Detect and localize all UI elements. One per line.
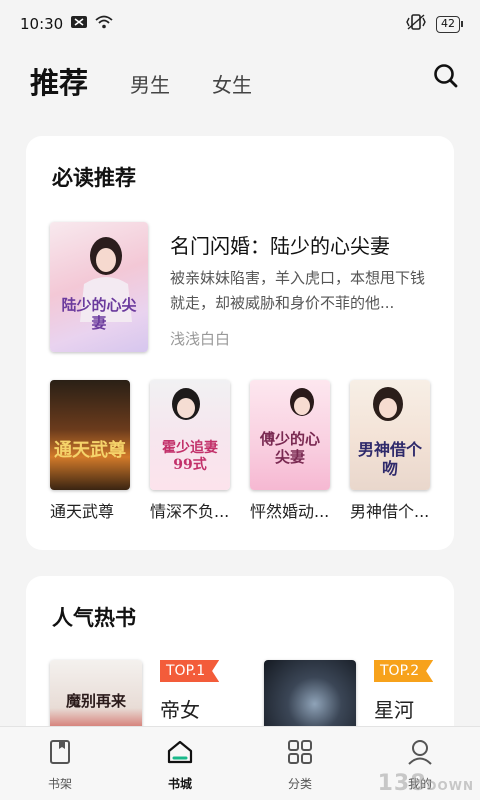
book-item[interactable]: 傅少的心尖妻 怦然婚动... — [250, 380, 332, 522]
profile-icon — [405, 737, 435, 771]
book-title: 通天武尊 — [50, 502, 115, 521]
tab-female[interactable]: 女生 — [212, 69, 252, 106]
hot-book-title: 帝女 — [160, 698, 200, 722]
book-cover: 傅少的心尖妻 — [250, 380, 330, 490]
bookstore-icon — [165, 737, 195, 771]
vibrate-icon — [406, 14, 426, 34]
book-title: 怦然婚动... — [250, 502, 330, 521]
book-cover: 霍少追妻99式 — [150, 380, 230, 490]
hot-book-title: 星河 — [374, 698, 414, 722]
status-bar: 10:30 42 — [0, 0, 480, 48]
wifi-icon — [95, 15, 113, 33]
featured-description: 被亲妹妹陷害，羊入虎口，本想甩下钱就走，却被威胁和身价不菲的他... — [170, 269, 426, 312]
book-item[interactable]: 霍少追妻99式 情深不负... — [150, 380, 232, 522]
rank-badge: TOP.2 — [374, 660, 434, 682]
cover-title: 魔别再来 — [65, 692, 126, 710]
section-title: 人气热书 — [52, 606, 136, 630]
book-cover: 陆少的心尖妻 — [50, 222, 148, 352]
book-title: 情深不负... — [150, 502, 230, 521]
top-tab-bar: 推荐 男生 女生 — [0, 56, 480, 106]
rank-badge: TOP.1 — [160, 660, 220, 682]
watermark: 138DOWN — [378, 771, 474, 796]
book-title: 男神借个... — [350, 502, 430, 521]
tab-recommend[interactable]: 推荐 — [30, 60, 88, 106]
nav-label: 书架 — [47, 777, 72, 791]
nav-label: 分类 — [287, 777, 312, 791]
book-cover: 男神借个吻 — [350, 380, 430, 490]
cover-title: 霍少追妻99式 — [162, 440, 218, 473]
cover-title: 男神借个吻 — [358, 440, 423, 478]
featured-book[interactable]: 陆少的心尖妻 名门闪婚：陆少的心尖妻 被亲妹妹陷害，羊入虎口，本想甩下钱就走，却… — [50, 222, 430, 352]
nav-category[interactable]: 分类 — [240, 727, 360, 800]
notification-icon — [71, 15, 88, 33]
featured-author: 浅浅白白 — [170, 330, 231, 348]
battery-indicator: 42 — [436, 15, 463, 33]
book-cover: 通天武尊 — [50, 380, 130, 490]
book-item[interactable]: 通天武尊 通天武尊 — [50, 380, 132, 522]
section-title: 必读推荐 — [52, 166, 136, 190]
search-icon[interactable] — [432, 62, 460, 90]
watermark-text: DOWN — [426, 779, 474, 793]
cover-title: 陆少的心尖妻 — [61, 296, 137, 332]
status-time: 10:30 — [20, 15, 64, 33]
featured-title: 名门闪婚：陆少的心尖妻 — [170, 234, 390, 258]
tab-male[interactable]: 男生 — [130, 69, 170, 106]
must-read-card: 必读推荐 陆少的心尖妻 名门闪婚：陆少的心尖妻 被亲妹妹陷害，羊入虎口，本想甩下… — [26, 136, 454, 550]
nav-label: 书城 — [167, 777, 192, 791]
cover-title: 傅少的心尖妻 — [259, 430, 320, 466]
bookshelf-icon — [45, 737, 75, 771]
nav-bookstore[interactable]: 书城 — [120, 727, 240, 800]
watermark-number: 138 — [377, 771, 427, 796]
book-item[interactable]: 男神借个吻 男神借个... — [350, 380, 432, 522]
book-row: 通天武尊 通天武尊 霍少追妻99式 情深不负... 傅少的心尖妻 怦然婚动...… — [50, 380, 432, 530]
category-icon — [285, 737, 315, 771]
cover-title: 通天武尊 — [54, 440, 126, 461]
nav-bookshelf[interactable]: 书架 — [0, 727, 120, 800]
